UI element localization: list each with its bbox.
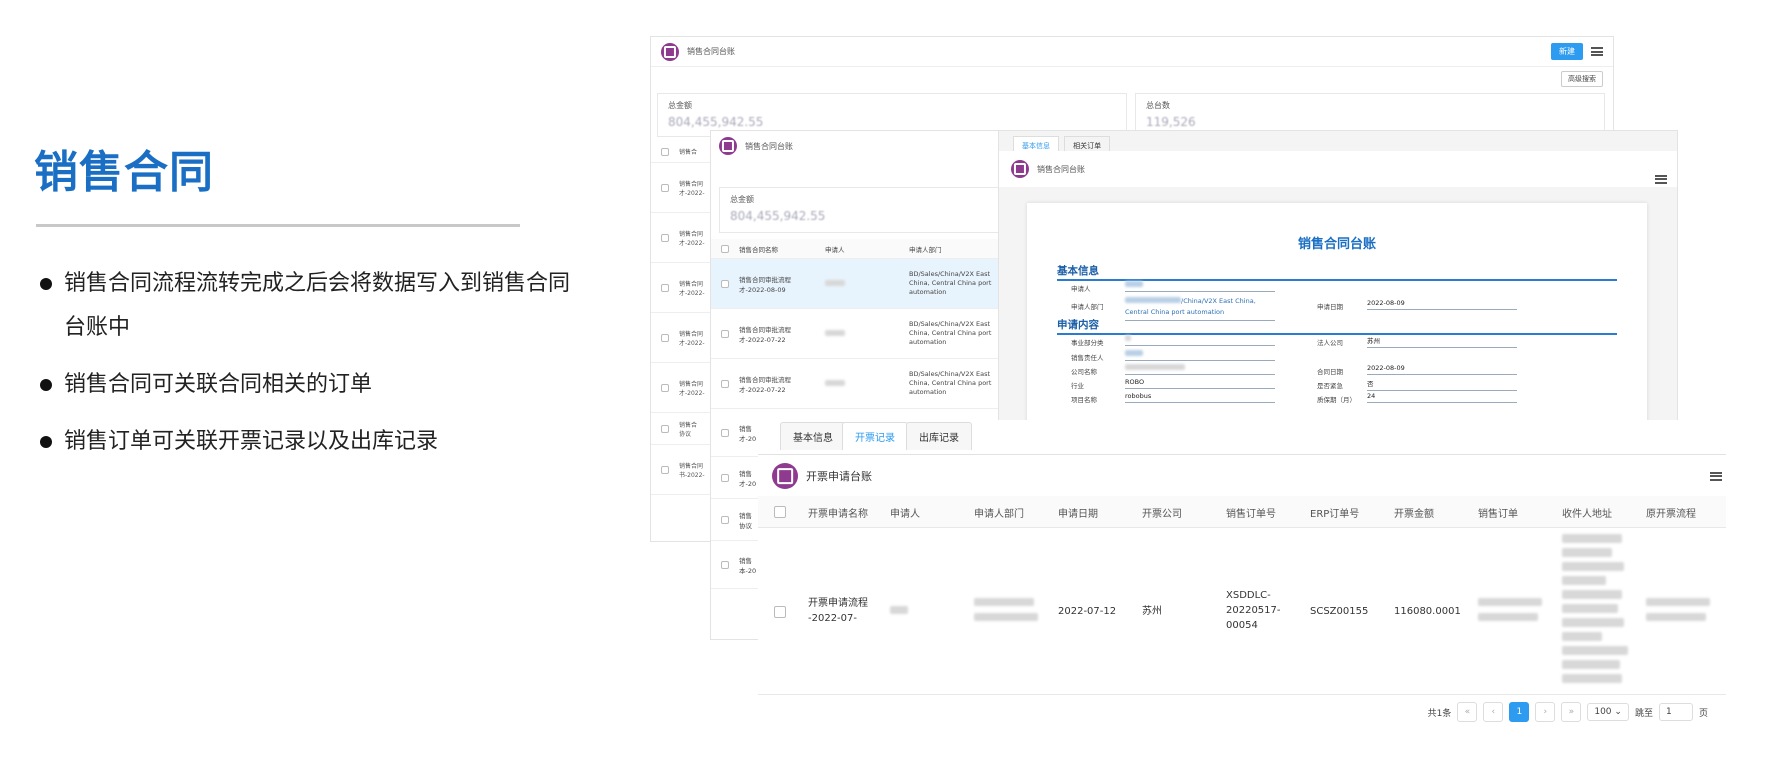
title-divider (36, 224, 520, 227)
table-row[interactable]: 开票申请流程 -2022-07- 2022-07-12 苏州 XSDDLC- 2… (758, 530, 1726, 695)
urgent-field: 否 (1367, 378, 1517, 391)
section-request-content: 申请内容 (1057, 317, 1617, 335)
address-cell (1562, 534, 1628, 688)
project-field: robobus (1125, 392, 1275, 403)
tab-invoice-records[interactable]: 开票记录 (842, 422, 908, 450)
tab-outbound-records[interactable]: 出库记录 (906, 422, 972, 450)
prev-page-button[interactable]: ‹ (1483, 702, 1504, 722)
first-page-button[interactable]: « (1457, 702, 1478, 722)
sales-order-no-cell: XSDDLC- 20220517- 00054 (1226, 590, 1281, 631)
next-page-button[interactable]: › (1535, 702, 1556, 722)
new-button[interactable]: 新建 (1551, 43, 1583, 60)
bullet-item: 销售合同流程流转完成之后会将数据写入到销售合同台账中 (36, 262, 576, 350)
table-row[interactable]: 销售合同审批流程 才-2022-07-22 BD/Sales/China/V2X… (711, 309, 1005, 359)
document-title: 销售合同台账 (1297, 237, 1376, 252)
chevron-down-icon: ⌄ (1614, 707, 1622, 717)
bu-field (1125, 335, 1275, 346)
page-number-button[interactable]: 1 (1509, 702, 1530, 722)
sales-owner-field (1125, 350, 1275, 361)
slide-title: 销售合同 (34, 147, 214, 198)
erp-order-no-cell: SCSZ00155 (1310, 606, 1369, 617)
invoice-name-cell[interactable]: 开票申请流程 -2022-07- (808, 596, 868, 626)
bullet-item: 销售订单可关联开票记录以及出库记录 (36, 420, 576, 464)
list-menu-icon[interactable] (1591, 47, 1603, 56)
apply-date-cell: 2022-07-12 (1058, 606, 1117, 617)
table-header: 销售合同名称 申请人 申请人部门 (711, 239, 1005, 259)
invoice-amount-cell: 116080.0001 (1394, 606, 1461, 617)
tab-basic-info[interactable]: 基本信息 (780, 422, 846, 450)
bullet-list: 销售合同流程流转完成之后会将数据写入到销售合同台账中 销售合同可关联合同相关的订… (36, 262, 576, 477)
table-row[interactable]: 销售合同审批流程 才-2022-08-09 BD/Sales/China/V2X… (711, 259, 1005, 309)
detail-header: 销售合同台账 (999, 151, 1677, 187)
app-logo-icon (661, 42, 679, 61)
app-logo-icon (1011, 160, 1029, 178)
apply-date-field: 2022-08-09 (1367, 299, 1517, 310)
total-count: 共1条 (1427, 708, 1452, 719)
invoice-window: 基本信息 开票记录 出库记录 开票申请台账 开票申请名称 申请人 申请人部门 申… (758, 420, 1726, 762)
pagination: 共1条 « ‹ 1 › » 100 ⌄ 跳至 1 页 (1428, 702, 1708, 722)
invoice-header: 开票申请台账 (772, 460, 1722, 492)
select-all-checkbox[interactable] (661, 147, 669, 156)
select-all-checkbox[interactable] (721, 244, 729, 253)
jump-page-input[interactable]: 1 (1658, 703, 1693, 721)
ledger-header: 销售合同台账 新建 (651, 37, 1613, 67)
app-logo-icon (772, 463, 798, 489)
list-menu-icon[interactable] (1655, 174, 1667, 184)
section-basic-info: 基本信息 (1057, 263, 1617, 281)
bullet-dot-icon (40, 278, 52, 290)
detail-document: 销售合同台账 基本信息 申请人 申请人部门 /China/V2X East Ch… (1027, 203, 1647, 423)
page-size-select[interactable]: 100 ⌄ (1587, 703, 1629, 721)
bullet-dot-icon (40, 436, 52, 448)
legal-entity-field: 苏州 (1367, 335, 1517, 348)
row-checkbox[interactable] (774, 606, 786, 618)
list-menu-icon[interactable] (1710, 471, 1722, 481)
industry-field: ROBO (1125, 378, 1275, 389)
company-field (1125, 364, 1275, 375)
contract-detail-window: 基本信息 相关订单 销售合同台账 销售合同台账 基本信息 申请人 申请人部门 /… (998, 130, 1678, 424)
total-amount-card: 总金额 804,455,942.55 (719, 187, 999, 233)
bullet-dot-icon (40, 379, 52, 391)
app-logo-icon (719, 137, 737, 155)
select-all-checkbox[interactable] (774, 506, 786, 518)
applicant-field (1125, 281, 1275, 292)
slide: 销售合同 销售合同流程流转完成之后会将数据写入到销售合同台账中 销售合同可关联合… (0, 0, 1782, 762)
bullet-item: 销售合同可关联合同相关的订单 (36, 363, 576, 407)
invoice-title: 开票申请台账 (806, 470, 872, 483)
contract-date-field: 2022-08-09 (1367, 364, 1517, 375)
invoice-table-header: 开票申请名称 申请人 申请人部门 申请日期 开票公司 销售订单号 ERP订单号 … (758, 496, 1726, 528)
last-page-button[interactable]: » (1561, 702, 1582, 722)
invoice-company-cell: 苏州 (1142, 606, 1162, 617)
table-row[interactable]: 销售合同审批流程 才-2022-07-22 BD/Sales/China/V2X… (711, 359, 1005, 409)
ledger-title: 销售合同台账 (687, 47, 735, 56)
advanced-search-button[interactable]: 高级搜索 (1561, 71, 1603, 87)
warranty-field: 24 (1367, 392, 1517, 403)
list-header: 销售合同台账 (711, 131, 1005, 161)
